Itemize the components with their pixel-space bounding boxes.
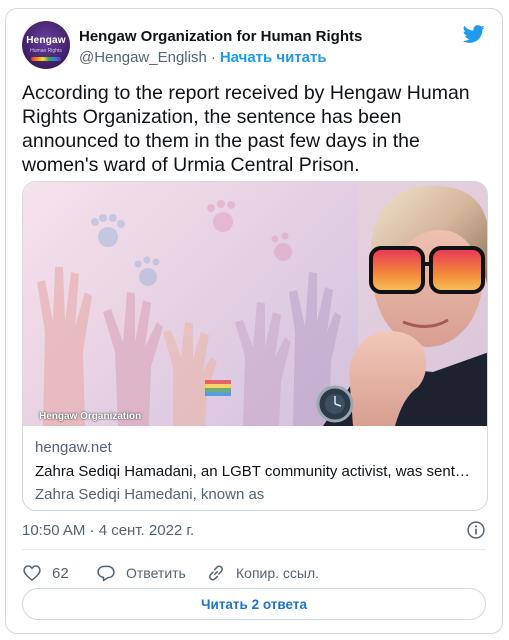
tweet-embed-card: Hengaw Human Rights Hengaw Organization … xyxy=(5,8,503,634)
divider xyxy=(22,549,486,550)
account-name[interactable]: Hengaw Organization for Human Rights xyxy=(79,28,362,45)
link-description: Zahra Sediqi Hamedani, known as xyxy=(35,486,265,503)
reply-bubble-icon xyxy=(97,565,115,582)
avatar-rainbow-bar xyxy=(31,57,61,61)
avatar-logo-text: Hengaw xyxy=(26,35,66,46)
copy-link-button[interactable]: Копир. ссыл. xyxy=(206,561,319,585)
link-preview-card[interactable]: Hengaw Organization hengaw.net Zahra Sed… xyxy=(22,181,488,511)
tweet-text: According to the report received by Heng… xyxy=(22,82,470,176)
like-count: 62 xyxy=(52,564,69,582)
account-handle-line: @Hengaw_English · Начать читать xyxy=(79,49,327,66)
heart-icon xyxy=(23,565,41,582)
tweet-actions: 62 Ответить Копир. ссыл. xyxy=(22,561,486,585)
read-replies-button[interactable]: Читать 2 ответа xyxy=(22,588,486,620)
twitter-bird-icon[interactable] xyxy=(462,23,486,45)
preview-photo-illustration xyxy=(37,182,487,426)
tweet-header: Hengaw Human Rights Hengaw Organization … xyxy=(22,21,486,69)
account-handle[interactable]: @Hengaw_English xyxy=(79,49,207,66)
follow-link[interactable]: Начать читать xyxy=(220,49,327,66)
link-domain: hengaw.net xyxy=(35,439,112,456)
avatar-logo-subtext: Human Rights xyxy=(30,48,62,54)
account-avatar[interactable]: Hengaw Human Rights xyxy=(22,21,70,69)
like-button[interactable]: 62 xyxy=(22,561,69,585)
link-preview-info[interactable]: hengaw.net Zahra Sediqi Hamadani, an LGB… xyxy=(23,426,487,510)
link-title: Zahra Sediqi Hamadani, an LGBT community… xyxy=(35,463,475,480)
image-watermark: Hengaw Organization xyxy=(39,411,142,422)
copy-link-label: Копир. ссыл. xyxy=(236,565,320,581)
reply-button[interactable]: Ответить xyxy=(96,561,186,585)
reply-label: Ответить xyxy=(126,565,186,581)
separator-dot: · xyxy=(210,49,216,66)
link-preview-image: Hengaw Organization xyxy=(23,182,487,426)
info-icon[interactable] xyxy=(466,520,486,540)
tweet-timestamp[interactable]: 10:50 AM · 4 сент. 2022 г. xyxy=(22,522,194,539)
link-icon xyxy=(209,565,223,581)
